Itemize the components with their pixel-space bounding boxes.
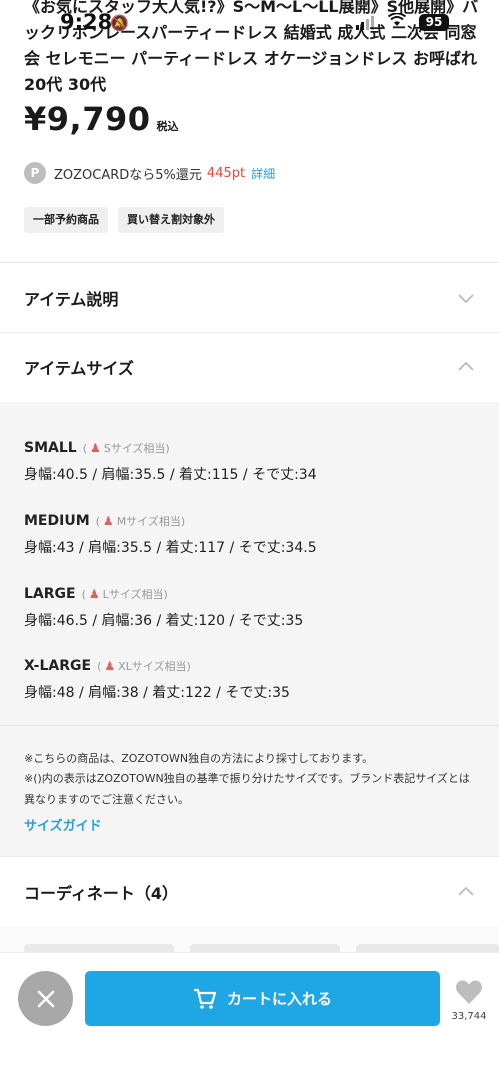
size-row: X-LARGE (♟ XLサイズ相当) 身幅:48 / 肩幅:38 / 着丈:12…	[24, 656, 290, 702]
tag-tradein-excluded: 買い替え割対象外	[118, 207, 224, 233]
size-equivalent: (♟ Mサイズ相当)	[95, 514, 186, 528]
person-icon: ♟	[88, 587, 100, 601]
bottom-action-bar: カートに入れる 33,744	[0, 952, 499, 1080]
tax-label: 税込	[156, 120, 179, 133]
close-icon	[37, 990, 54, 1007]
section-item-size[interactable]: アイテムサイズ	[0, 332, 499, 402]
person-icon: ♟	[104, 659, 116, 673]
person-icon: ♟	[102, 514, 114, 528]
person-icon: ♟	[90, 441, 101, 455]
add-to-cart-button[interactable]: カートに入れる	[85, 971, 440, 1026]
size-row: LARGE (♟ Lサイズ相当) 身幅:46.5 / 肩幅:36 / 着丈:120…	[24, 584, 303, 630]
size-name: SMALL	[24, 440, 77, 456]
zozocard-text: ZOZOCARDなら5%還元	[54, 167, 202, 183]
section-title: アイテム説明	[24, 290, 119, 309]
heart-icon	[456, 980, 482, 1004]
size-row: MEDIUM (♟ Mサイズ相当) 身幅:43 / 肩幅:35.5 / 着丈:11…	[24, 511, 317, 557]
section-coordinate[interactable]: コーディネート（4）	[0, 857, 499, 927]
product-title: 《お気にスタッフ大人気!?》S〜M〜L〜LL展開》S他展開》バックリボンレースパ…	[24, 0, 479, 94]
section-item-description[interactable]: アイテム説明	[0, 263, 499, 333]
close-button[interactable]	[18, 971, 73, 1026]
tag-preorder: 一部予約商品	[24, 207, 108, 233]
divider	[0, 725, 499, 726]
coordinate-carousel[interactable]	[0, 926, 499, 954]
size-measurements: 身幅:43 / 肩幅:35.5 / 着丈:117 / そで丈:34.5	[24, 540, 317, 556]
size-name: LARGE	[24, 586, 76, 602]
favorite-count: 33,744	[451, 1011, 487, 1022]
chevron-up-icon	[457, 883, 475, 901]
chevron-down-icon	[457, 289, 475, 307]
product-tags: 一部予約商品 買い替え割対象外	[24, 207, 224, 233]
size-name: X-LARGE	[24, 658, 92, 674]
section-title: アイテムサイズ	[24, 359, 134, 378]
size-measurements: 身幅:48 / 肩幅:38 / 着丈:122 / そで丈:35	[24, 685, 290, 701]
cart-icon	[193, 988, 217, 1009]
zozocard-row: P ZOZOCARDなら5%還元 445pt 詳細	[24, 161, 275, 185]
cart-button-label: カートに入れる	[226, 990, 332, 1008]
product-price: ¥9,790	[24, 100, 151, 138]
size-name: MEDIUM	[24, 513, 90, 529]
zozocard-detail-link[interactable]: 詳細	[251, 165, 275, 182]
size-guide-link[interactable]: サイズガイド	[24, 815, 102, 834]
size-equivalent: (♟ Sサイズ相当)	[82, 441, 170, 455]
favorite-button[interactable]: 33,744	[449, 979, 489, 1022]
size-row: SMALL (♟ Sサイズ相当) 身幅:40.5 / 肩幅:35.5 / 着丈:1…	[24, 438, 317, 484]
chevron-up-icon	[457, 358, 475, 376]
size-equivalent: (♟ Lサイズ相当)	[81, 587, 168, 601]
size-measurements: 身幅:46.5 / 肩幅:36 / 着丈:120 / そで丈:35	[24, 613, 304, 629]
size-note: ※()内の表示はZOZOTOWN独自の基準で振り分けたサイズです。ブランド表記サ…	[24, 772, 470, 806]
size-measurements: 身幅:40.5 / 肩幅:35.5 / 着丈:115 / そで丈:34	[24, 467, 317, 483]
point-icon: P	[24, 162, 46, 184]
section-title: コーディネート（4）	[24, 884, 179, 903]
size-note: ※こちらの商品は、ZOZOTOWN独自の方法により採寸しております。	[24, 752, 374, 765]
zozocard-points: 445pt	[206, 165, 246, 181]
size-equivalent: (♟ XLサイズ相当)	[97, 659, 191, 673]
price-row: ¥9,790 税込	[24, 100, 178, 138]
